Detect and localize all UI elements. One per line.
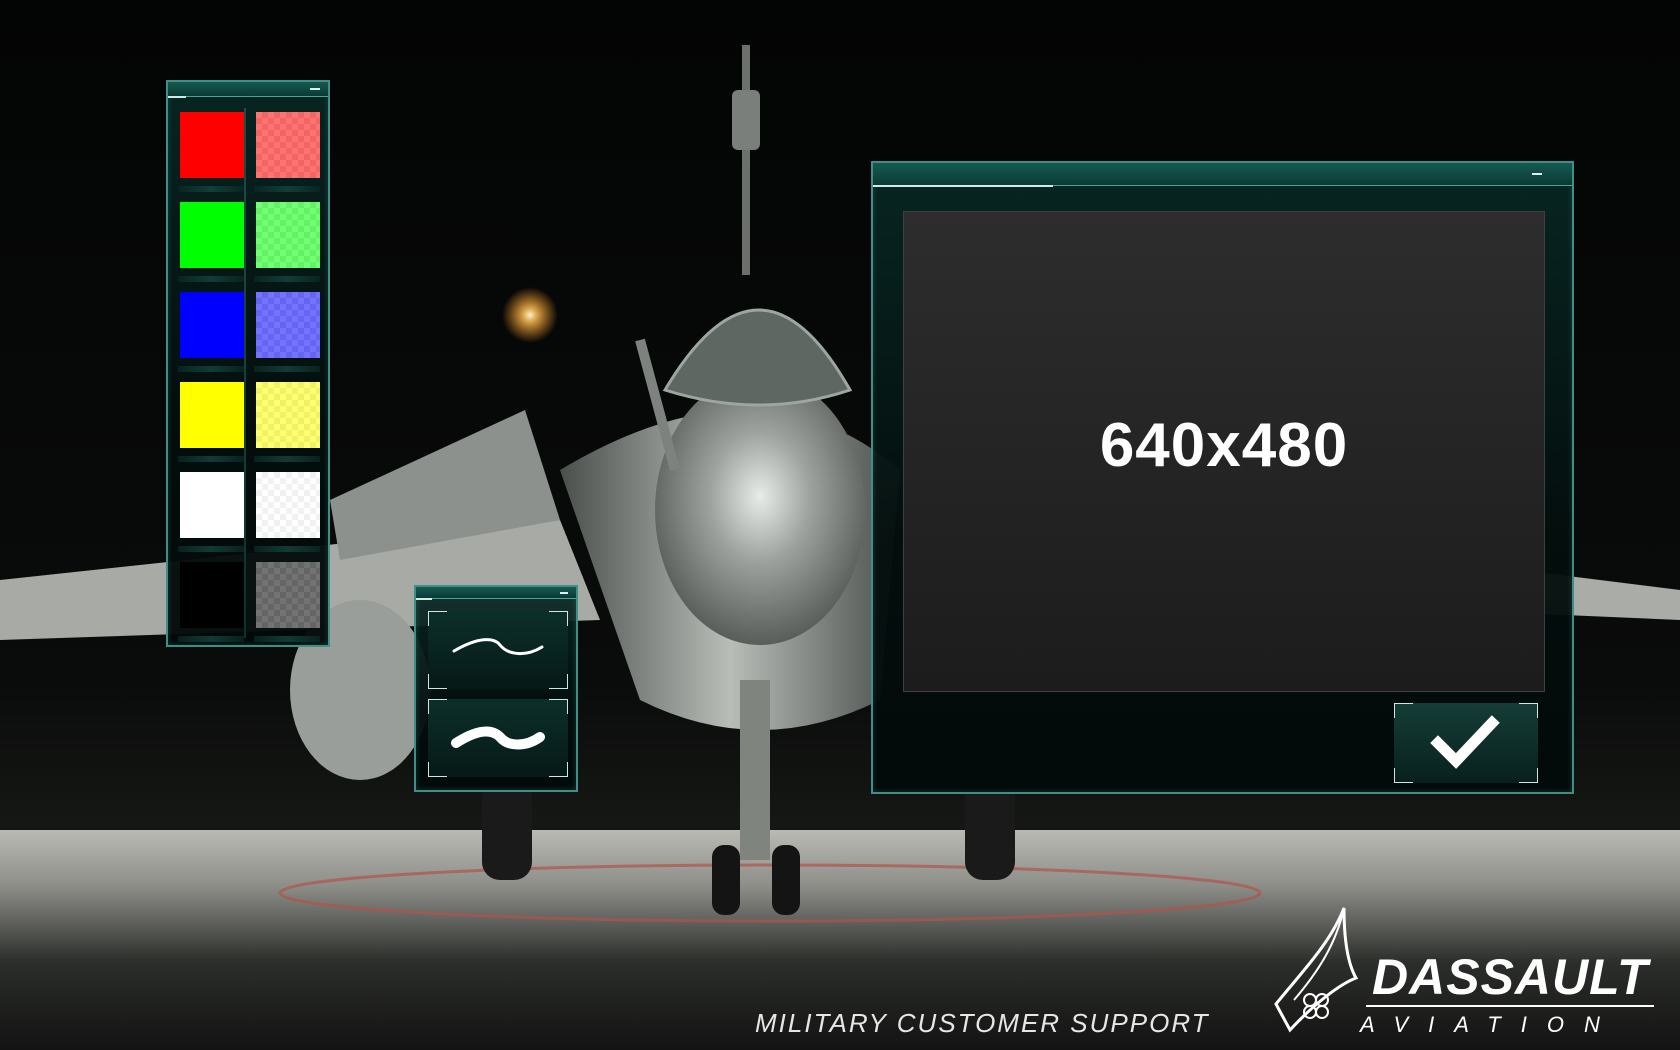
- red-translucent-swatch[interactable]: [254, 108, 320, 198]
- yellow-translucent-swatch[interactable]: [254, 378, 320, 468]
- white-translucent-swatch[interactable]: [254, 468, 320, 558]
- corner-bracket: [428, 699, 447, 714]
- stroke-minimize-button[interactable]: [560, 591, 568, 594]
- corner-bracket: [1394, 703, 1413, 718]
- corner-bracket: [1519, 703, 1538, 718]
- corner-bracket: [428, 674, 447, 689]
- titlebar-highlight: [168, 96, 186, 98]
- green-solid-fill: [180, 202, 244, 268]
- blue-solid-swatch[interactable]: [178, 288, 244, 378]
- black-solid-swatch[interactable]: [178, 558, 244, 648]
- corner-bracket: [549, 762, 568, 777]
- preview-window: 640x480: [871, 161, 1574, 794]
- corner-bracket: [549, 674, 568, 689]
- brand-subtitle: AVIATION: [1360, 1012, 1620, 1037]
- palette-titlebar[interactable]: [168, 82, 328, 98]
- resolution-label: 640x480: [1099, 411, 1349, 480]
- swatch-tint: [256, 472, 320, 538]
- stroke-titlebar[interactable]: [416, 587, 576, 600]
- white-solid-fill: [180, 472, 244, 538]
- yellow-solid-swatch[interactable]: [178, 378, 244, 468]
- black-solid-fill: [180, 562, 244, 628]
- titlebar-highlight: [416, 598, 432, 600]
- thin-wave-icon: [452, 638, 544, 655]
- brand-name: DASSAULT: [1372, 949, 1649, 1005]
- swatch-tint: [256, 112, 320, 178]
- brand-divider: [1366, 1005, 1654, 1007]
- swatch-grid: [178, 108, 322, 648]
- black-translucent-fill: [256, 562, 320, 628]
- tagline: MILITARY CUSTOMER SUPPORT: [755, 1008, 1210, 1038]
- palette-minimize-button[interactable]: [310, 88, 320, 90]
- swatch-tint: [256, 292, 320, 358]
- blue-translucent-swatch[interactable]: [254, 288, 320, 378]
- blue-solid-fill: [180, 292, 244, 358]
- yellow-solid-fill: [180, 382, 244, 448]
- swatch-tint: [256, 562, 320, 628]
- preview-minimize-button[interactable]: [1532, 173, 1542, 175]
- color-palette-panel: [166, 80, 330, 647]
- swatch-tint: [256, 202, 320, 268]
- swatch-tint: [256, 382, 320, 448]
- white-translucent-fill: [256, 472, 320, 538]
- green-translucent-fill: [256, 202, 320, 268]
- thick-stroke-button[interactable]: [428, 699, 568, 777]
- green-translucent-swatch[interactable]: [254, 198, 320, 288]
- blue-translucent-fill: [256, 292, 320, 358]
- checkmark-icon: [1430, 715, 1500, 769]
- corner-bracket: [1394, 768, 1413, 783]
- corner-bracket: [549, 611, 568, 626]
- green-solid-swatch[interactable]: [178, 198, 244, 288]
- yellow-translucent-fill: [256, 382, 320, 448]
- corner-bracket: [428, 762, 447, 777]
- thin-stroke-button[interactable]: [428, 611, 568, 689]
- dassault-logo-icon: [1274, 907, 1359, 1033]
- preview-screen[interactable]: 640x480: [903, 211, 1545, 692]
- red-translucent-fill: [256, 112, 320, 178]
- corner-bracket: [428, 611, 447, 626]
- stroke-panel: [414, 585, 578, 792]
- thick-wave-icon: [451, 726, 545, 750]
- black-translucent-swatch[interactable]: [254, 558, 320, 648]
- preview-titlebar[interactable]: [873, 163, 1572, 187]
- red-solid-fill: [180, 112, 244, 178]
- red-solid-swatch[interactable]: [178, 108, 244, 198]
- titlebar-highlight: [873, 185, 1053, 187]
- white-solid-swatch[interactable]: [178, 468, 244, 558]
- confirm-button[interactable]: [1394, 703, 1538, 783]
- corner-bracket: [549, 699, 568, 714]
- corner-bracket: [1519, 768, 1538, 783]
